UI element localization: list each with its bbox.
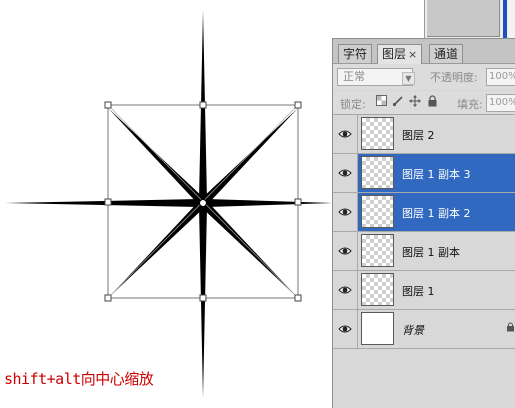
blend-row: 正常 ▼ 不透明度: 100% bbox=[333, 64, 515, 90]
layers-list: 图层 2 图层 1 副本 3 图层 1 副本 2 图层 1 副本 图层 1 背景 bbox=[333, 115, 515, 408]
move-icon[interactable] bbox=[409, 95, 421, 107]
visibility-toggle[interactable] bbox=[333, 232, 358, 270]
star-shape bbox=[5, 10, 333, 398]
layer-name: 图层 1 bbox=[402, 285, 435, 298]
opacity-label: 不透明度: bbox=[430, 71, 478, 84]
lock-row: 锁定: 填充: 100% bbox=[333, 91, 515, 115]
lock-icon[interactable] bbox=[426, 95, 438, 107]
fill-input[interactable]: 100% bbox=[486, 94, 515, 112]
opacity-input[interactable]: 100% bbox=[486, 68, 515, 86]
document-window-edge bbox=[424, 0, 515, 38]
layer-row-layer-1-copy-3[interactable]: 图层 1 副本 3 bbox=[333, 154, 515, 193]
visibility-toggle[interactable] bbox=[333, 154, 358, 192]
layer-row-layer-1-copy-2[interactable]: 图层 1 副本 2 bbox=[333, 193, 515, 232]
chevron-down-icon[interactable]: ▼ bbox=[402, 72, 415, 85]
layer-thumbnail bbox=[361, 234, 394, 267]
layer-row-layer-1-copy[interactable]: 图层 1 副本 bbox=[333, 232, 515, 271]
layer-thumbnail bbox=[361, 273, 394, 306]
layer-thumbnail bbox=[361, 156, 394, 189]
visibility-toggle[interactable] bbox=[333, 310, 358, 348]
layer-name: 图层 1 副本 bbox=[402, 246, 460, 259]
eye-icon bbox=[338, 169, 352, 177]
eye-icon bbox=[338, 130, 352, 138]
eye-icon bbox=[338, 325, 352, 333]
caption-text: shift+alt向中心缩放 bbox=[4, 370, 154, 388]
panel-tab-bar: 字符 图层 × 通道 bbox=[333, 39, 515, 64]
layer-thumbnail bbox=[361, 195, 394, 228]
layer-row-layer-1[interactable]: 图层 1 bbox=[333, 271, 515, 310]
layer-row-layer-2[interactable]: 图层 2 bbox=[333, 115, 515, 154]
layer-name: 图层 1 副本 3 bbox=[402, 168, 471, 181]
layer-thumbnail bbox=[361, 312, 394, 345]
eye-icon bbox=[338, 208, 352, 216]
tab-layers[interactable]: 图层 × bbox=[377, 44, 423, 64]
lock-label: 锁定: bbox=[340, 98, 366, 111]
layer-name: 背景 bbox=[402, 324, 424, 337]
brush-icon[interactable] bbox=[392, 95, 404, 107]
visibility-toggle[interactable] bbox=[333, 271, 358, 309]
layer-thumbnail bbox=[361, 117, 394, 150]
eye-icon bbox=[338, 286, 352, 294]
visibility-toggle[interactable] bbox=[333, 193, 358, 231]
close-icon[interactable]: × bbox=[408, 48, 417, 61]
layers-panel: 字符 图层× 通道 正常 ▼ 不透明度: 100% 锁定: 填充: 100% bbox=[332, 38, 515, 408]
layer-name: 图层 2 bbox=[402, 129, 435, 142]
tab-channels[interactable]: 通道 bbox=[429, 44, 464, 63]
fill-label: 填充: bbox=[457, 98, 483, 111]
layer-name: 图层 1 副本 2 bbox=[402, 207, 471, 220]
lock-icon bbox=[506, 322, 515, 335]
blend-mode-select[interactable]: 正常 ▼ bbox=[337, 68, 415, 86]
layer-row-background[interactable]: 背景 bbox=[333, 310, 515, 349]
visibility-toggle[interactable] bbox=[333, 115, 358, 153]
lock-transparent-pixels-icon[interactable] bbox=[375, 95, 387, 107]
tab-character[interactable]: 字符 bbox=[338, 44, 373, 63]
eye-icon bbox=[338, 247, 352, 255]
